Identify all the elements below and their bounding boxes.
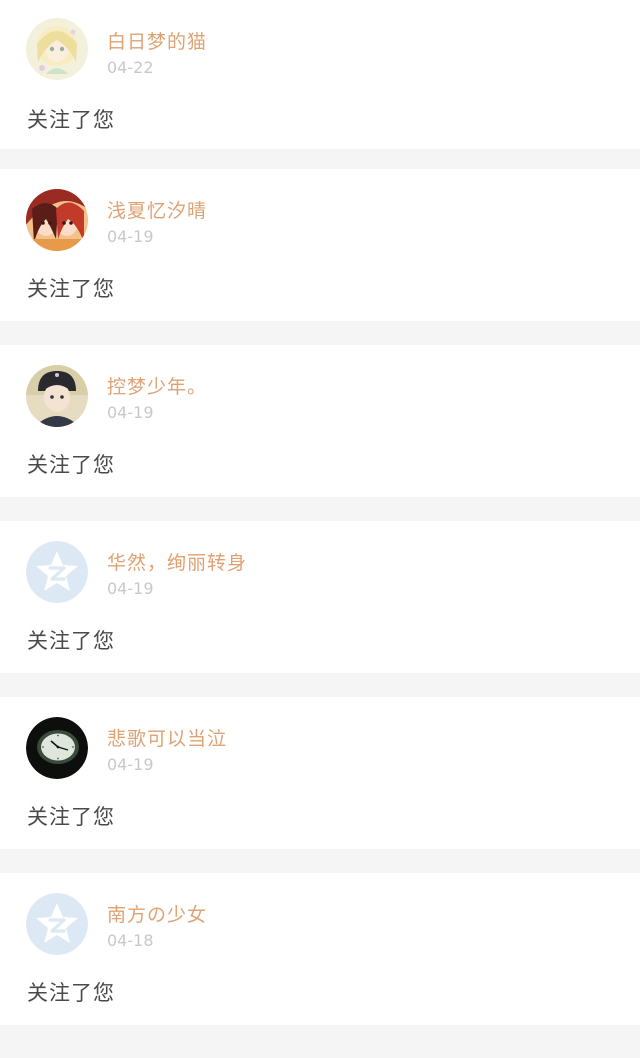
user-name[interactable]: 悲歌可以当泣	[107, 724, 227, 751]
notification-item[interactable]: 浅夏忆汐晴 04-19 关注了您	[0, 169, 640, 321]
user-name[interactable]: 控梦少年。	[107, 372, 207, 399]
notification-date: 04-22	[107, 58, 154, 77]
notification-text: 关注了您	[27, 277, 115, 301]
notification-date: 04-19	[107, 755, 154, 774]
notification-item[interactable]: 南方の少女 04-18 关注了您	[0, 873, 640, 1025]
user-name[interactable]: 白日梦的猫	[107, 27, 207, 54]
notification-text: 关注了您	[27, 629, 115, 653]
default-qzone-star-icon[interactable]	[26, 893, 88, 955]
avatar[interactable]	[26, 18, 88, 80]
notification-date: 04-18	[107, 931, 154, 950]
default-qzone-star-icon[interactable]	[26, 541, 88, 603]
notification-text: 关注了您	[27, 805, 115, 829]
notification-item[interactable]: 控梦少年。 04-19 关注了您	[0, 345, 640, 497]
notification-date: 04-19	[107, 579, 154, 598]
notification-item[interactable]: 悲歌可以当泣 04-19 关注了您	[0, 697, 640, 849]
clock-icon[interactable]	[26, 717, 88, 779]
notification-text: 关注了您	[27, 981, 115, 1005]
notification-text: 关注了您	[27, 108, 115, 132]
notification-text: 关注了您	[27, 453, 115, 477]
notification-item[interactable]: 白日梦的猫 04-22 关注了您	[0, 0, 640, 149]
avatar[interactable]	[26, 189, 88, 251]
notification-item[interactable]: 华然，绚丽转身 04-19 关注了您	[0, 521, 640, 673]
notification-date: 04-19	[107, 403, 154, 422]
user-name[interactable]: 浅夏忆汐晴	[107, 196, 207, 223]
notification-date: 04-19	[107, 227, 154, 246]
avatar[interactable]	[26, 365, 88, 427]
user-name[interactable]: 南方の少女	[107, 900, 207, 927]
user-name[interactable]: 华然，绚丽转身	[107, 548, 247, 575]
notification-feed: 白日梦的猫 04-22 关注了您 浅夏忆汐晴 04-19 关注了您 控梦少年。 …	[0, 0, 640, 1025]
